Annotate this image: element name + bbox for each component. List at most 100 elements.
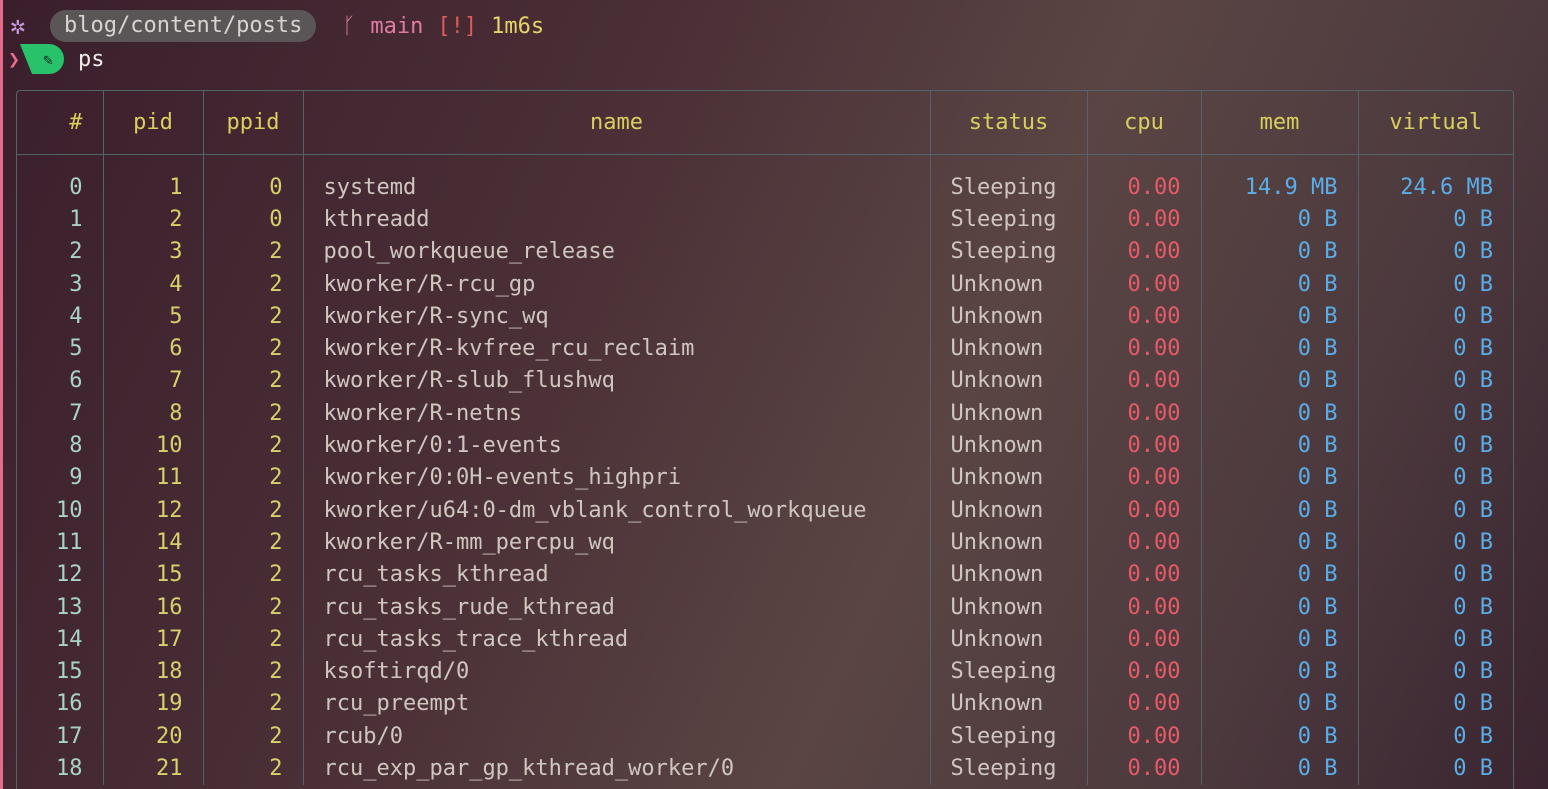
cell-pid: 3 <box>103 235 204 268</box>
table-row: 15 18 2 ksoftirqd/0 Sleeping 0.00 0 B0 B <box>17 655 1513 688</box>
cell-mem: 0 B <box>1201 655 1359 688</box>
pencil-icon: ✎ <box>32 44 64 74</box>
cell-virtual: 0 B <box>1453 336 1493 362</box>
cell-virtual: 24.6 MB <box>1400 174 1493 200</box>
cell-mem: 0 B <box>1201 720 1359 753</box>
cell-status: Unknown <box>930 397 1088 430</box>
cell-name: kworker/R-rcu_gp <box>303 267 931 301</box>
cell-virtual: 0 B <box>1453 723 1493 749</box>
cell-pid: 21 <box>103 752 204 785</box>
cell-index: 3 <box>17 267 104 301</box>
cell-cpu: 0.00 <box>1087 526 1202 559</box>
table-row: 6 7 2 kworker/R-slub_flushwq Unknown 0.00 0 B0… <box>17 364 1513 398</box>
cell-pid: 8 <box>103 397 204 430</box>
cell-cpu: 0.00 <box>1087 364 1202 398</box>
cell-ppid: 2 <box>203 332 304 365</box>
current-path: blog/content/posts <box>50 10 317 42</box>
cell-status: Sleeping <box>930 752 1088 785</box>
cell-pid: 2 <box>103 203 204 236</box>
cell-ppid: 2 <box>203 590 304 624</box>
cell-status: Sleeping <box>930 655 1088 688</box>
cell-name: kworker/R-sync_wq <box>303 300 931 333</box>
table-row: 1 2 0 kthreadd Sleeping 0.00 0 B0 B <box>17 203 1513 236</box>
cell-status: Unknown <box>930 364 1088 398</box>
cell-ppid: 2 <box>203 558 304 591</box>
command-duration: 1m6s <box>491 13 545 39</box>
cell-mem: 0 B <box>1201 267 1359 301</box>
cell-name: kworker/R-kvfree_rcu_reclaim <box>303 332 931 365</box>
cell-index: 12 <box>17 558 104 591</box>
cell-ppid: 2 <box>203 397 304 430</box>
table-spacer-row <box>17 154 1513 171</box>
cell-ppid: 2 <box>203 429 304 462</box>
cell-cpu: 0.00 <box>1087 267 1202 301</box>
cell-name: kworker/u64:0-dm_vblank_control_workqueu… <box>303 493 931 527</box>
table-row: 10 12 2 kworker/u64:0-dm_vblank_control_wor… <box>17 493 1513 527</box>
cell-virtual: 0 B <box>1453 239 1493 265</box>
cell-cpu: 0.00 <box>1087 429 1202 462</box>
command-line: ❯ ✎ ps <box>8 42 105 76</box>
cell-ppid: 2 <box>203 300 304 333</box>
terminal-left-accent-bar <box>0 0 3 789</box>
edit-mode-badge: ✎ <box>20 44 64 74</box>
table-row: 14 17 2 rcu_tasks_trace_kthread Unknown 0.00 0… <box>17 623 1513 656</box>
cell-pid: 6 <box>103 332 204 365</box>
cell-virtual: 0 B <box>1453 659 1493 685</box>
prompt-line: ✲ blog/content/posts ᚴ main [!] 1m6s <box>10 10 544 42</box>
cell-mem: 14.9 MB <box>1201 171 1359 204</box>
cell-index: 10 <box>17 493 104 527</box>
cell-virtual: 0 B <box>1453 497 1493 523</box>
cell-index: 6 <box>17 364 104 398</box>
cell-status: Unknown <box>930 558 1088 591</box>
cell-ppid: 2 <box>203 687 304 721</box>
cell-virtual: 0 B <box>1453 400 1493 426</box>
cell-name: ksoftirqd/0 <box>303 655 931 688</box>
table-row: 7 8 2 kworker/R-netns Unknown 0.00 0 B0 B <box>17 397 1513 430</box>
cell-pid: 18 <box>103 655 204 688</box>
cell-ppid: 2 <box>203 655 304 688</box>
cell-virtual: 0 B <box>1453 271 1493 297</box>
cell-pid: 4 <box>103 267 204 301</box>
table-row: 11 14 2 kworker/R-mm_percpu_wq Unknown 0.00 0 … <box>17 526 1513 559</box>
table-row: 3 4 2 kworker/R-rcu_gp Unknown 0.00 0 B0 B <box>17 267 1513 301</box>
header-status: status <box>930 91 1088 155</box>
cell-index: 5 <box>17 332 104 365</box>
cell-index: 8 <box>17 429 104 462</box>
cell-cpu: 0.00 <box>1087 171 1202 204</box>
cell-index: 14 <box>17 623 104 656</box>
cell-pid: 10 <box>103 429 204 462</box>
header-ppid: ppid <box>203 91 304 155</box>
table-row: 9 11 2 kworker/0:0H-events_highpri Unknown 0.… <box>17 461 1513 494</box>
prompt-caret-icon: ❯ <box>8 47 21 71</box>
git-status-flag: [!] <box>437 13 478 39</box>
table-row: 0 1 0 systemd Sleeping 0.00 14.9 MB 24.6 MB <box>17 171 1513 204</box>
cell-ppid: 0 <box>203 171 304 204</box>
cell-status: Unknown <box>930 332 1088 365</box>
cell-ppid: 2 <box>203 623 304 656</box>
cell-name: kworker/0:1-events <box>303 429 931 462</box>
cell-ppid: 2 <box>203 526 304 559</box>
table-body: 0 1 0 systemd Sleeping 0.00 14.9 MB 24.6 MB 1 2 0 k… <box>17 154 1513 785</box>
cell-mem: 0 B <box>1201 429 1359 462</box>
table-header-row: # pid ppid name status cpu mem virtual <box>17 91 1513 155</box>
cell-mem: 0 B <box>1201 752 1359 785</box>
cell-mem: 0 B <box>1201 300 1359 333</box>
cell-virtual: 0 B <box>1453 465 1493 491</box>
cell-virtual: 0 B <box>1453 529 1493 555</box>
cell-pid: 7 <box>103 364 204 398</box>
cell-pid: 12 <box>103 493 204 527</box>
cell-name: rcu_tasks_rude_kthread <box>303 590 931 624</box>
cell-status: Unknown <box>930 461 1088 494</box>
cell-pid: 17 <box>103 623 204 656</box>
cell-virtual: 0 B <box>1453 206 1493 232</box>
process-table-frame: # pid ppid name status cpu mem virtual 0… <box>16 90 1514 789</box>
cell-virtual: 0 B <box>1453 562 1493 588</box>
table-row: 2 3 2 pool_workqueue_release Sleeping 0.00 0 B… <box>17 235 1513 268</box>
cell-index: 4 <box>17 300 104 333</box>
table-row: 17 20 2 rcub/0 Sleeping 0.00 0 B0 B <box>17 720 1513 753</box>
cell-name: pool_workqueue_release <box>303 235 931 268</box>
table-row: 8 10 2 kworker/0:1-events Unknown 0.00 0 B0 B <box>17 429 1513 462</box>
cell-name: rcu_preempt <box>303 687 931 721</box>
cell-name: kworker/R-mm_percpu_wq <box>303 526 931 559</box>
cell-ppid: 2 <box>203 461 304 494</box>
